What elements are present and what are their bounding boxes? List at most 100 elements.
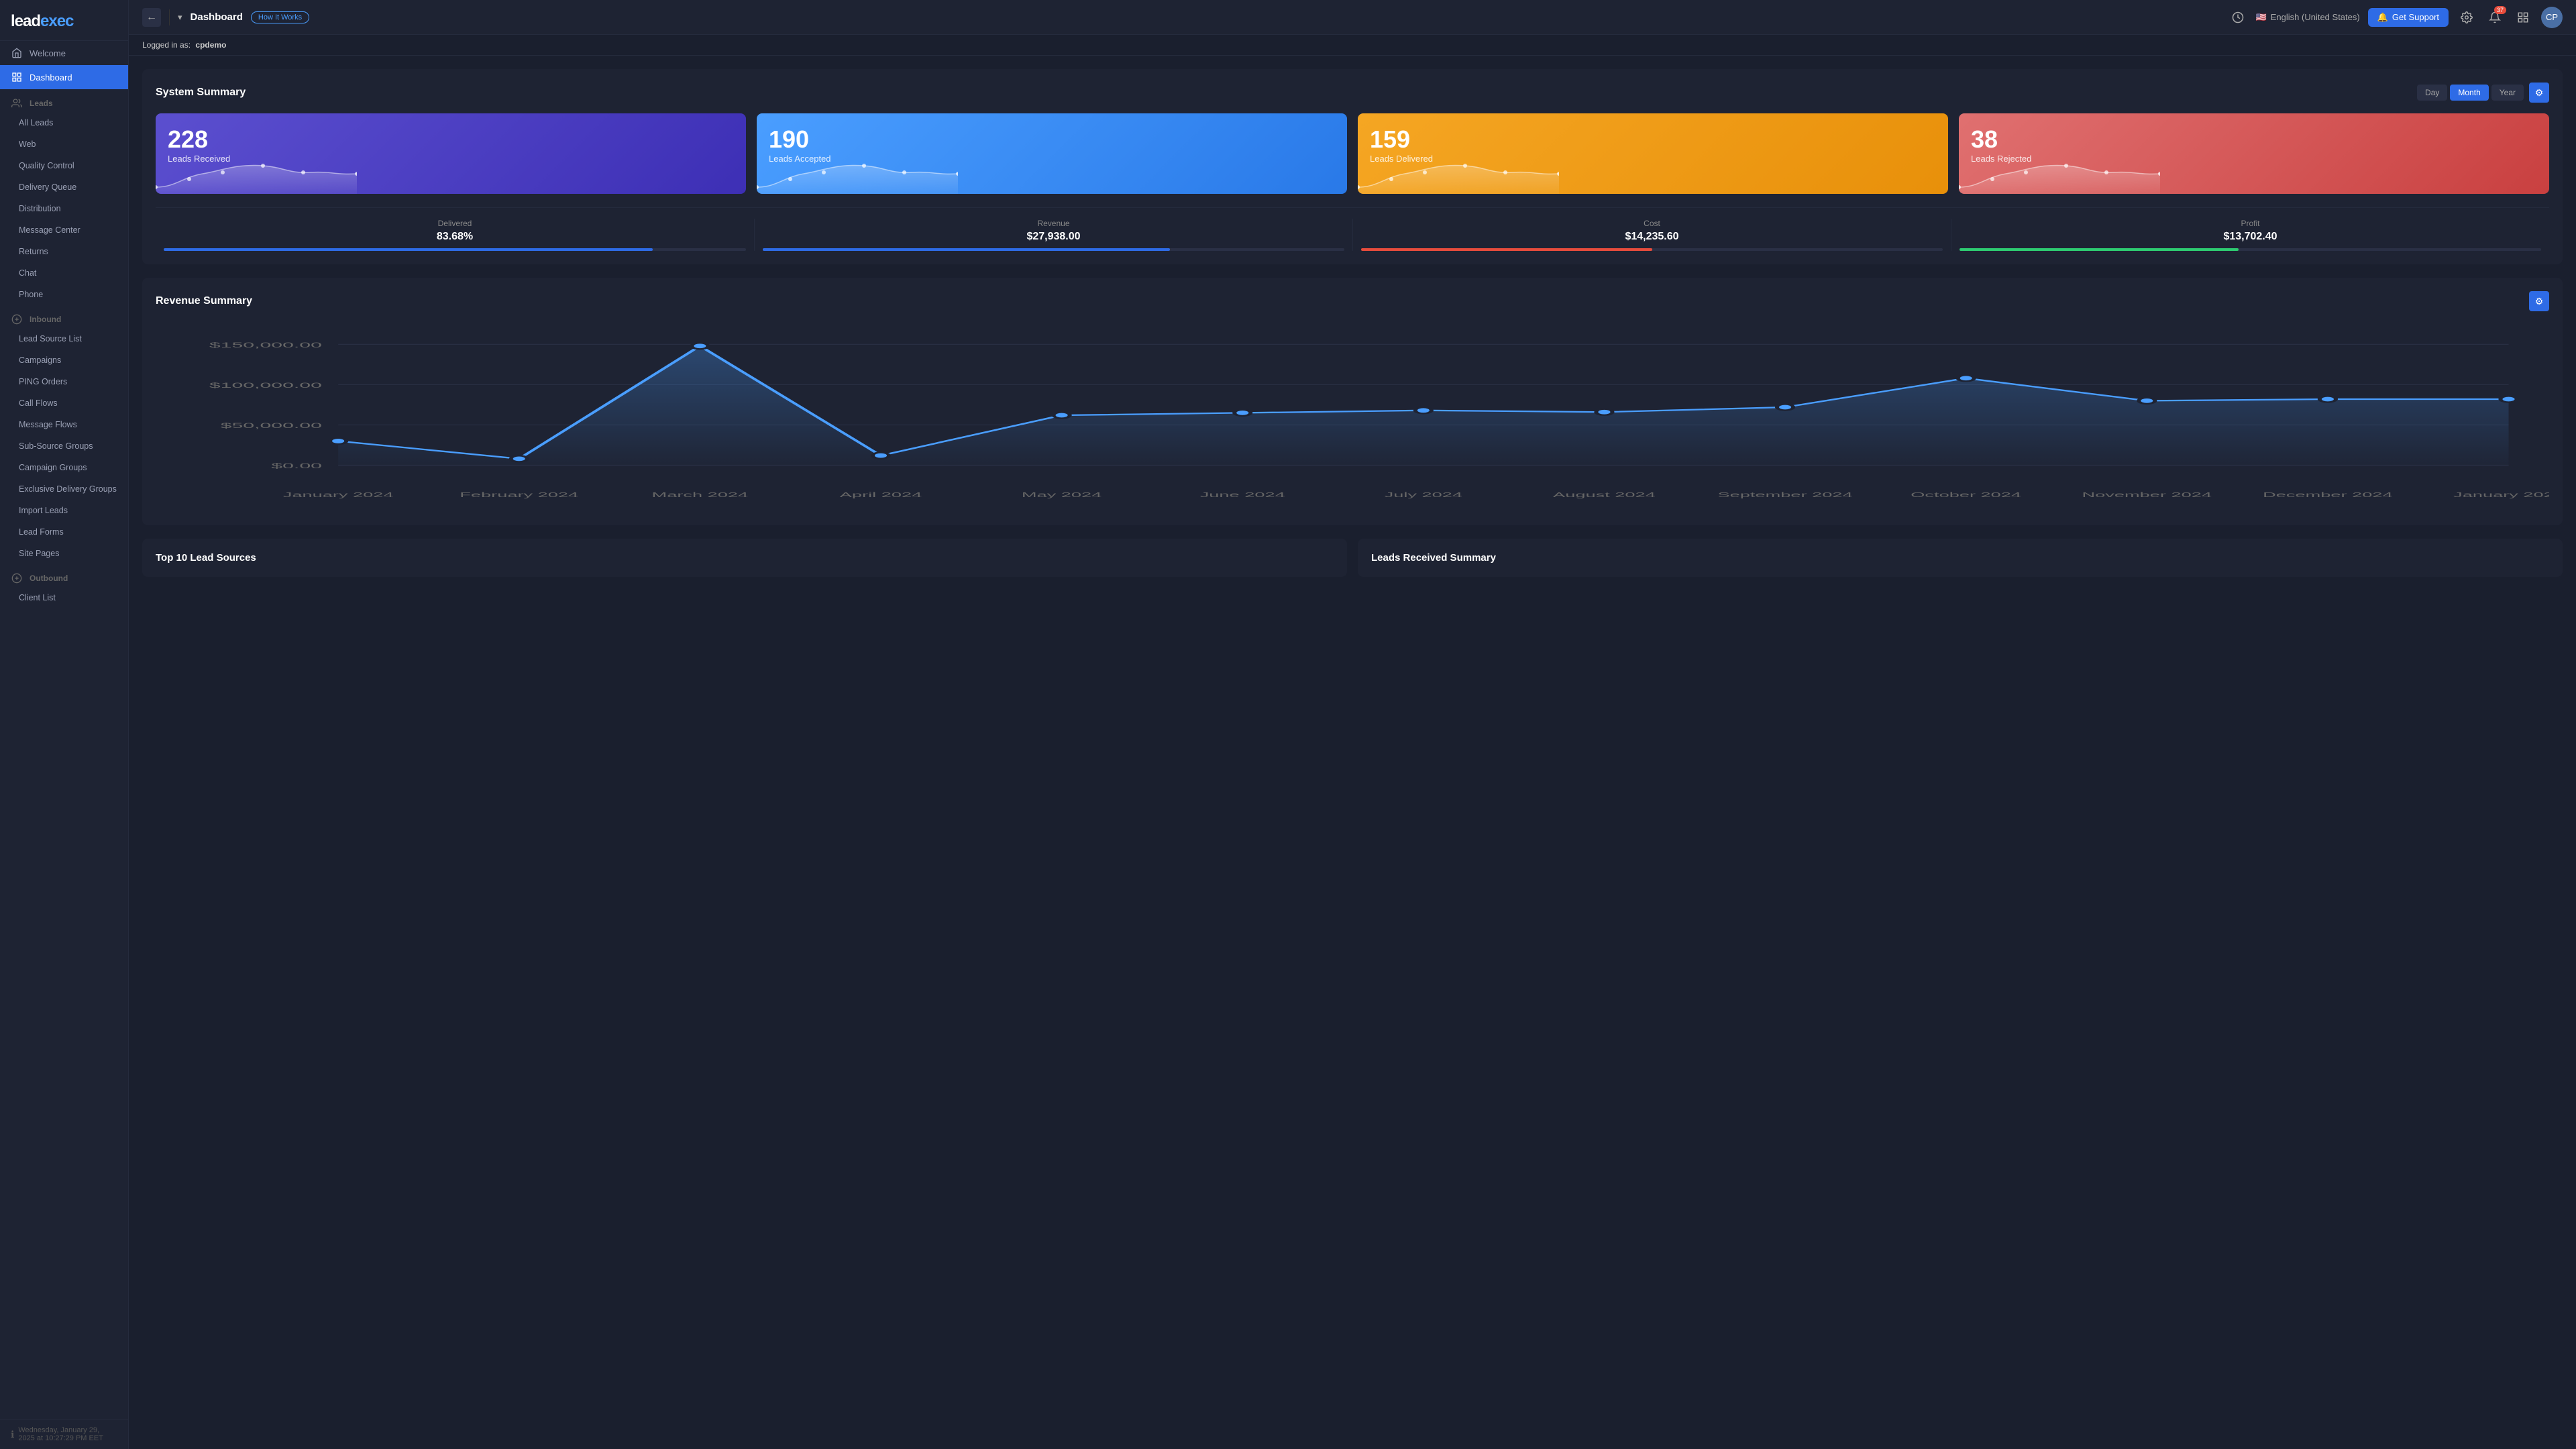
revenue-summary-section: Revenue Summary ⚙ $0.00$50,000.00$100,00… [142, 278, 2563, 525]
sidebar-item-import-leads[interactable]: Import Leads [0, 500, 128, 521]
sidebar: leadexec WelcomeDashboardLeadsAll Leads W… [0, 0, 129, 1449]
stat-item-label-delivered-pct: Delivered [164, 219, 746, 228]
sidebar-item-all-leads[interactable]: All Leads [0, 112, 128, 133]
stat-card-chart-accepted [757, 154, 958, 194]
stats-row: Delivered 83.68% Revenue $27,938.00 Cost… [156, 207, 2549, 251]
stat-item-bar-cost [1361, 248, 1943, 251]
sidebar-item-lead-forms[interactable]: Lead Forms [0, 521, 128, 543]
sidebar-section-leads-header: Leads [0, 89, 128, 112]
system-summary-filter-btn[interactable]: ⚙ [2529, 83, 2549, 103]
svg-text:January 2025: January 2025 [2453, 491, 2549, 498]
sidebar-section-outbound-header: Outbound [0, 564, 128, 587]
welcome-nav-icon [11, 47, 23, 59]
sidebar-item-delivery-queue[interactable]: Delivery Queue [0, 176, 128, 198]
logo-text: leadexec [11, 12, 73, 30]
leads-received-summary-section: Leads Received Summary [1358, 539, 2563, 577]
sidebar-bottom: ℹ Wednesday, January 29, 2025 at 10:27:2… [0, 1419, 128, 1449]
sidebar-item-ping-orders[interactable]: PING Orders [0, 371, 128, 392]
stat-item-bar-profit [1960, 248, 2541, 251]
sidebar-item-client-list[interactable]: Client List [0, 587, 128, 608]
sidebar-item-label-campaign-groups: Campaign Groups [19, 463, 87, 472]
sidebar-item-chat[interactable]: Chat [0, 262, 128, 284]
sidebar-section-label-inbound-header: Inbound [30, 315, 61, 324]
sidebar-item-label-distribution: Distribution [19, 204, 61, 213]
notifications-btn[interactable]: 37 [2485, 7, 2505, 28]
svg-text:August 2024: August 2024 [1553, 491, 1656, 498]
stat-item-value-profit: $13,702.40 [1960, 231, 2541, 243]
stat-card-chart-delivered [1358, 154, 1559, 194]
dashboard-nav-icon [11, 71, 23, 83]
sidebar-item-web[interactable]: Web [0, 133, 128, 155]
notification-count: 37 [2494, 6, 2506, 14]
back-button[interactable]: ← [142, 8, 161, 27]
stat-card-received: 228 Leads Received [156, 113, 746, 194]
sidebar-item-label-import-leads: Import Leads [19, 506, 68, 515]
filter-month-btn[interactable]: Month [2450, 85, 2488, 101]
stat-card-number-received: 228 [168, 125, 734, 154]
language-selector[interactable]: 🇺🇸 English (United States) [2256, 12, 2360, 23]
svg-text:October 2024: October 2024 [1911, 491, 2021, 498]
stat-item-label-profit: Profit [1960, 219, 2541, 228]
stat-item-cost: Cost $14,235.60 [1352, 219, 1951, 251]
support-label: Get Support [2392, 12, 2439, 22]
system-summary-header: System Summary Day Month Year ⚙ [156, 83, 2549, 103]
sidebar-item-site-pages[interactable]: Site Pages [0, 543, 128, 564]
how-it-works-badge[interactable]: How It Works [251, 11, 309, 23]
sidebar-item-lead-source-list[interactable]: Lead Source List [0, 328, 128, 350]
stat-item-bar-revenue [763, 248, 1344, 251]
clock-icon-btn[interactable] [2228, 7, 2248, 28]
filter-year-btn[interactable]: Year [2491, 85, 2524, 101]
divider [169, 9, 170, 25]
sidebar-item-exclusive-delivery-groups[interactable]: Exclusive Delivery Groups [0, 478, 128, 500]
svg-text:December 2024: December 2024 [2263, 491, 2393, 498]
leads-header-section-icon [11, 97, 23, 109]
sidebar-item-label-ping-orders: PING Orders [19, 377, 67, 386]
svg-text:November 2024: November 2024 [2082, 491, 2212, 498]
user-avatar[interactable]: CP [2541, 7, 2563, 28]
top-lead-sources-title: Top 10 Lead Sources [156, 552, 256, 564]
sidebar-item-welcome[interactable]: Welcome [0, 41, 128, 65]
sidebar-item-sub-source-groups[interactable]: Sub-Source Groups [0, 435, 128, 457]
sidebar-item-message-flows[interactable]: Message Flows [0, 414, 128, 435]
svg-text:September 2024: September 2024 [1718, 491, 1853, 498]
subbar: Logged in as: cpdemo [129, 35, 2576, 56]
config-btn[interactable] [2513, 7, 2533, 28]
stat-card-accepted: 190 Leads Accepted [757, 113, 1347, 194]
svg-text:July 2024: July 2024 [1385, 491, 1462, 498]
stat-item-bar-delivered-pct [164, 248, 746, 251]
sidebar-item-distribution[interactable]: Distribution [0, 198, 128, 219]
sidebar-item-label-call-flows: Call Flows [19, 398, 58, 408]
sidebar-item-campaigns[interactable]: Campaigns [0, 350, 128, 371]
sidebar-section-label-outbound-header: Outbound [30, 574, 68, 583]
dropdown-button[interactable]: ▾ [178, 12, 182, 23]
sidebar-item-label-web: Web [19, 140, 36, 149]
stat-item-revenue: Revenue $27,938.00 [754, 219, 1352, 251]
revenue-filter-btn[interactable]: ⚙ [2529, 291, 2549, 311]
stat-item-label-revenue: Revenue [763, 219, 1344, 228]
sidebar-item-returns[interactable]: Returns [0, 241, 128, 262]
settings-gear-btn[interactable] [2457, 7, 2477, 28]
get-support-button[interactable]: 🔔 Get Support [2368, 8, 2449, 27]
stat-item-value-revenue: $27,938.00 [763, 231, 1344, 243]
time-filter-group: Day Month Year [2417, 85, 2524, 101]
sidebar-item-label-lead-forms: Lead Forms [19, 527, 64, 537]
sidebar-item-dashboard[interactable]: Dashboard [0, 65, 128, 89]
inbound-header-section-icon [11, 313, 23, 325]
stat-card-number-accepted: 190 [769, 125, 1335, 154]
sidebar-item-call-flows[interactable]: Call Flows [0, 392, 128, 414]
sidebar-item-campaign-groups[interactable]: Campaign Groups [0, 457, 128, 478]
stat-card-delivered: 159 Leads Delivered [1358, 113, 1948, 194]
top-lead-sources-section: Top 10 Lead Sources [142, 539, 1347, 577]
sidebar-item-label-exclusive-delivery-groups: Exclusive Delivery Groups [19, 484, 117, 494]
main-content: ← ▾ Dashboard How It Works 🇺🇸 English (U… [129, 0, 2576, 1449]
filter-day-btn[interactable]: Day [2417, 85, 2447, 101]
sidebar-item-label-client-list: Client List [19, 593, 56, 602]
bottom-sections: Top 10 Lead Sources Leads Received Summa… [142, 539, 2563, 590]
sidebar-item-message-center[interactable]: Message Center [0, 219, 128, 241]
sidebar-item-label-message-center: Message Center [19, 225, 80, 235]
sidebar-item-phone[interactable]: Phone [0, 284, 128, 305]
topbar: ← ▾ Dashboard How It Works 🇺🇸 English (U… [129, 0, 2576, 35]
stat-card-chart-received [156, 154, 357, 194]
stat-item-delivered-pct: Delivered 83.68% [156, 219, 754, 251]
sidebar-item-quality-control[interactable]: Quality Control [0, 155, 128, 176]
